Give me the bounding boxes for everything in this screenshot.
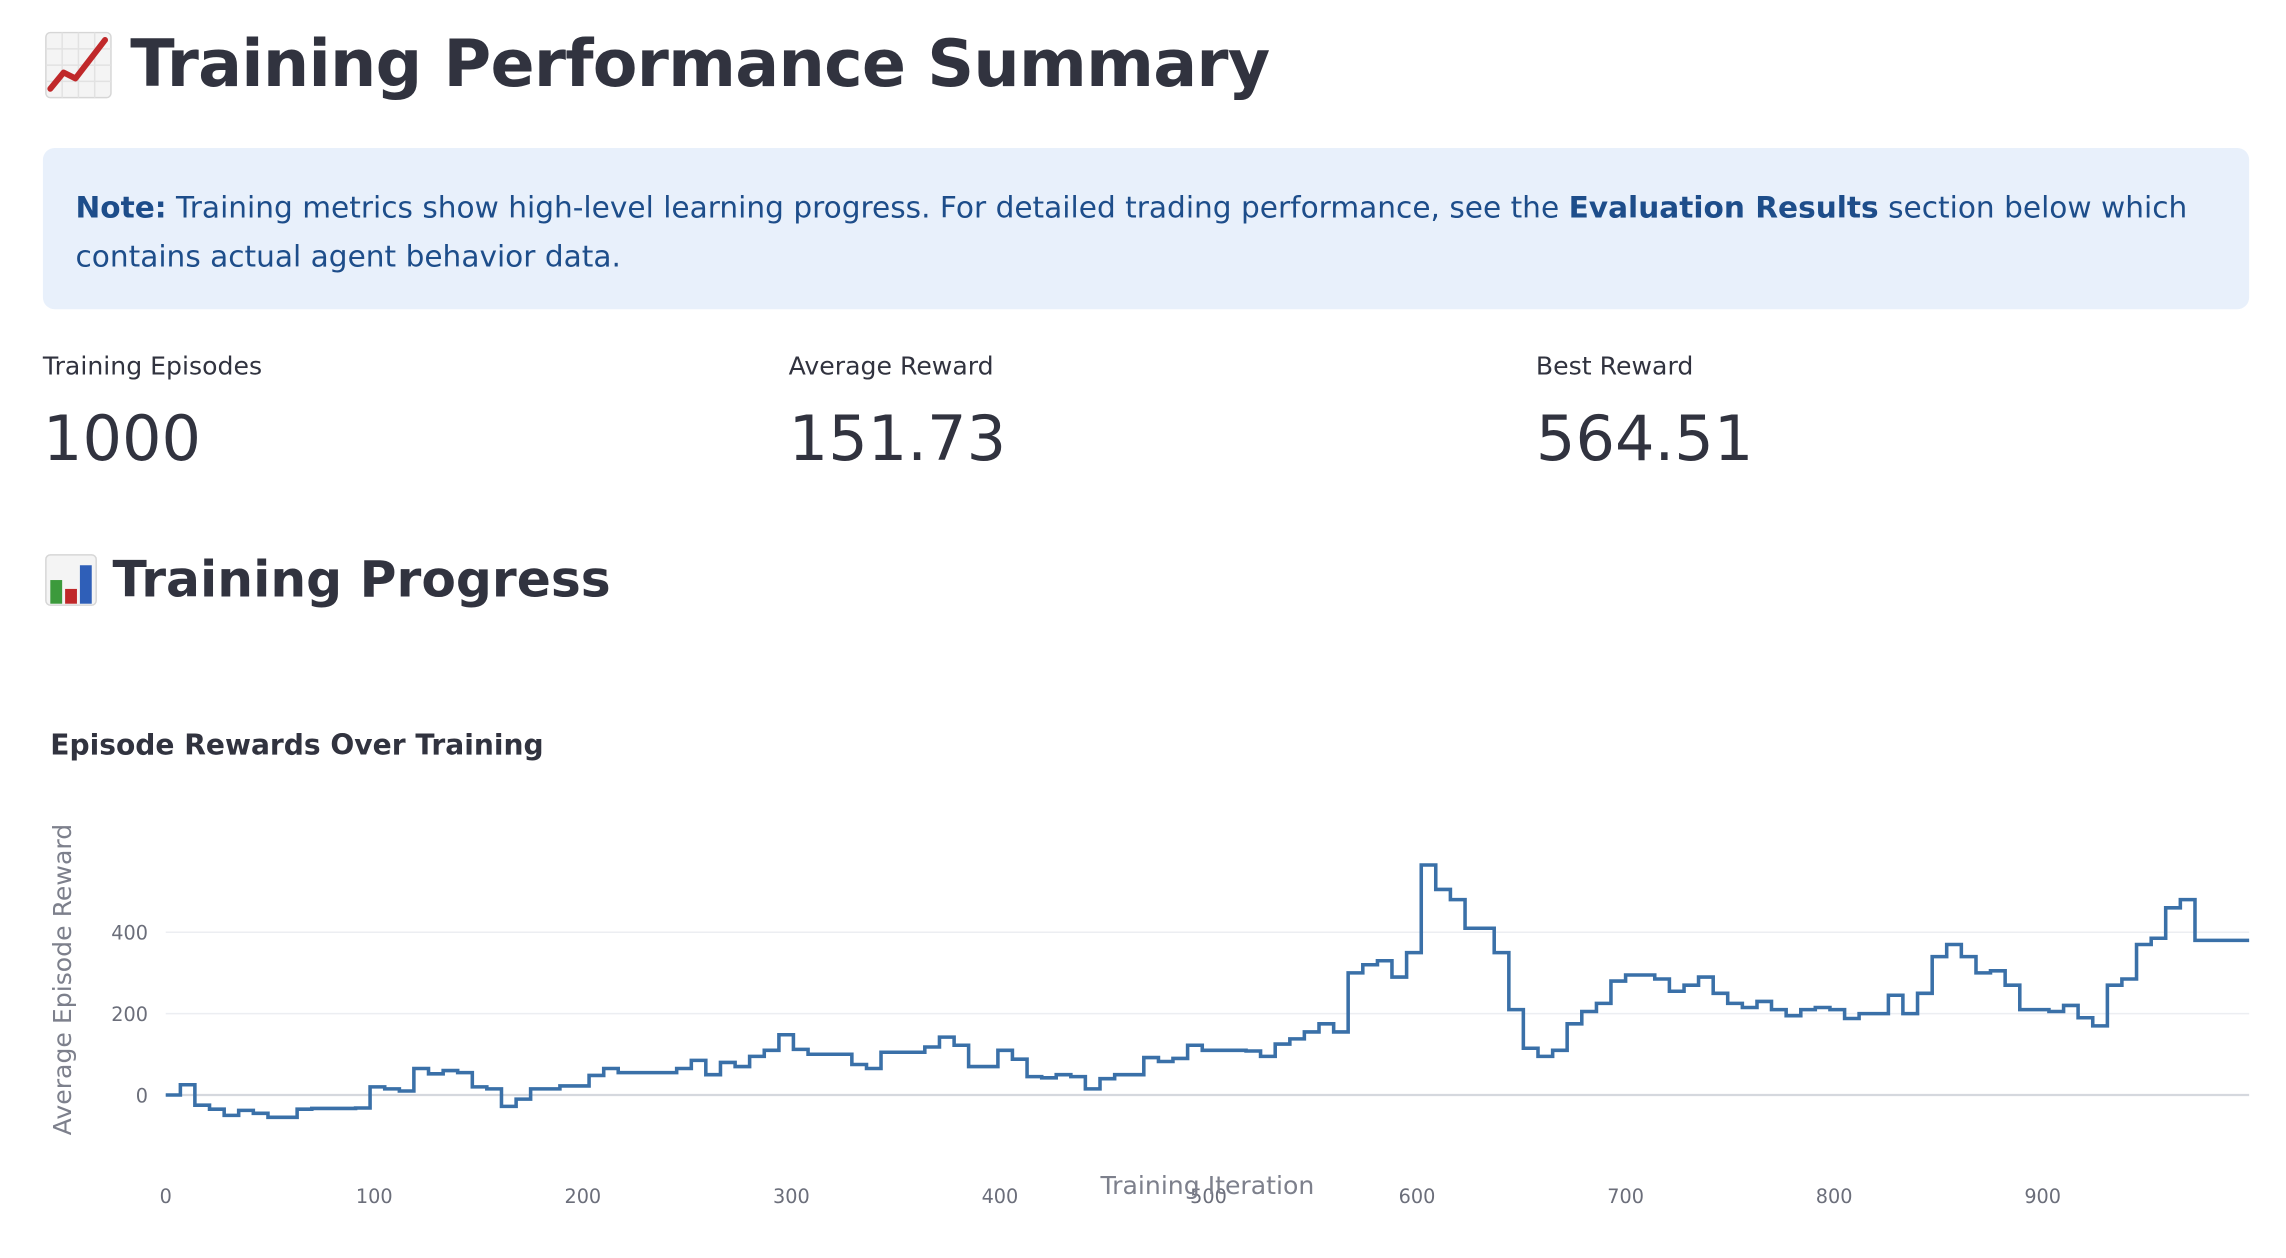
note-link-text: Evaluation Results bbox=[1568, 189, 1879, 225]
metric-label: Average Reward bbox=[788, 352, 994, 382]
metric-average-reward: Average Reward 151.73 bbox=[789, 349, 1499, 479]
x-tick-label: 400 bbox=[982, 1185, 1019, 1208]
x-tick-label: 600 bbox=[1399, 1185, 1436, 1208]
training-progress-heading: Training Progress bbox=[44, 550, 611, 610]
chart-increasing-icon bbox=[45, 31, 112, 98]
y-tick-label: 400 bbox=[111, 922, 148, 945]
x-tick-label: 100 bbox=[356, 1185, 393, 1208]
page-title: Training Performance Summary bbox=[44, 26, 1270, 103]
x-tick-label: 800 bbox=[1816, 1185, 1853, 1208]
chart-title: Episode Rewards Over Training bbox=[50, 729, 543, 762]
metric-label: Best Reward bbox=[1535, 352, 1694, 382]
y-tick-label: 0 bbox=[136, 1084, 148, 1107]
page-title-text: Training Performance Summary bbox=[130, 26, 1270, 103]
note-prefix: Note: bbox=[75, 189, 167, 225]
section-title-text: Training Progress bbox=[112, 550, 611, 610]
y-axis-label: Average Episode Reward bbox=[48, 824, 77, 1136]
note-text-before: Training metrics show high-level learnin… bbox=[166, 189, 1569, 225]
y-tick-label: 200 bbox=[111, 1003, 148, 1026]
metric-training-episodes: Training Episodes 1000 bbox=[43, 349, 753, 479]
x-tick-label: 300 bbox=[773, 1185, 810, 1208]
chart-ticks: 02004000 100 200 300 400 500 600 700 800 900 bbox=[111, 922, 2061, 1208]
x-tick-label: 700 bbox=[1607, 1185, 1644, 1208]
metric-value: 564.51 bbox=[1535, 402, 1754, 475]
page: Training Performance Summary Note: Train… bbox=[0, 0, 2286, 1258]
x-tick-label: 200 bbox=[564, 1185, 601, 1208]
x-tick-label: 900 bbox=[2024, 1185, 2061, 1208]
x-tick-label: 0 bbox=[160, 1185, 172, 1208]
note-callout: Note: Training metrics show high-level l… bbox=[42, 147, 2250, 310]
metric-value: 151.73 bbox=[788, 402, 1007, 475]
metric-best-reward: Best Reward 564.51 bbox=[1536, 349, 2246, 479]
bar-chart-icon bbox=[45, 554, 97, 606]
metric-label: Training Episodes bbox=[42, 352, 263, 382]
metric-value: 1000 bbox=[42, 402, 202, 475]
rewards-chart[interactable]: Episode Rewards Over Training 0 200 400 0 10… bbox=[0, 695, 2286, 1228]
reward-series-line[interactable] bbox=[165, 863, 2250, 1120]
x-axis-label: Training Iteration bbox=[1100, 1171, 1315, 1200]
